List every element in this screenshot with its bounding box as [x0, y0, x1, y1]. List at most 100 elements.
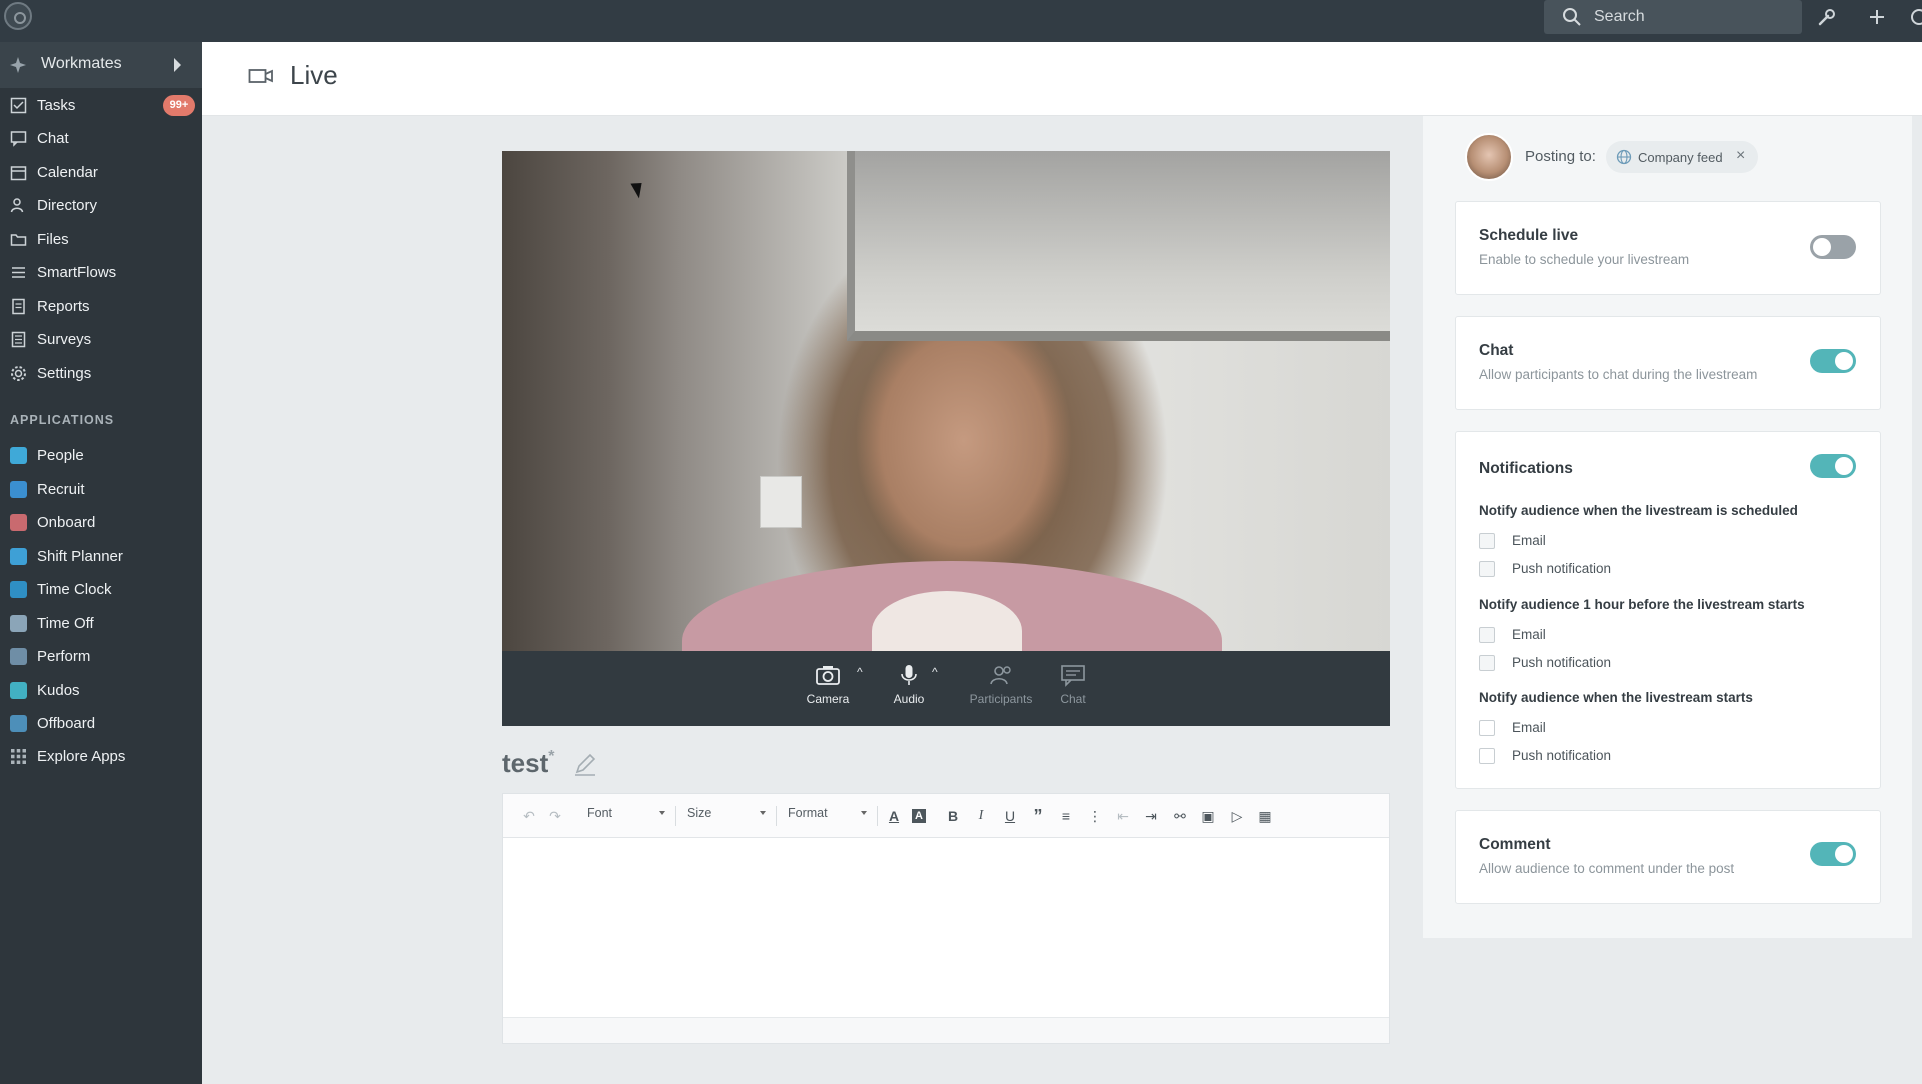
audio-options-caret-icon[interactable]: ^	[932, 665, 942, 679]
table-icon[interactable]: ▦	[1255, 806, 1275, 826]
pencil-icon[interactable]	[572, 752, 598, 778]
checkbox[interactable]	[1479, 533, 1495, 549]
page-header: Live	[202, 42, 1922, 116]
image-icon[interactable]: ▣	[1198, 806, 1218, 826]
undo-icon[interactable]: ↶	[519, 806, 539, 826]
recruit-app-icon	[10, 481, 27, 498]
sidebar-app-onboard[interactable]: Onboard	[0, 509, 202, 537]
video-background-frame	[847, 151, 1390, 341]
indent-icon[interactable]: ⇥	[1141, 806, 1161, 826]
required-mark: *	[548, 748, 555, 765]
sidebar-app-time-clock[interactable]: Time Clock	[0, 576, 202, 604]
unordered-list-icon[interactable]: ⋮	[1085, 806, 1105, 826]
format-select[interactable]: Format	[788, 806, 828, 820]
sidebar-app-kudos[interactable]: Kudos	[0, 677, 202, 705]
sidebar-item-label: Perform	[37, 648, 91, 665]
tasks-count-badge: 99+	[163, 95, 195, 116]
sidebar-item-surveys[interactable]: Surveys	[0, 326, 202, 354]
toggle-knob	[1835, 457, 1853, 475]
sidebar-item-smartflows[interactable]: SmartFlows	[0, 259, 202, 287]
video-embed-icon[interactable]: ▷	[1227, 806, 1247, 826]
link-icon[interactable]: ⚯	[1170, 806, 1190, 826]
checkbox[interactable]	[1479, 720, 1495, 736]
target-chip[interactable]: Company feed ×	[1606, 141, 1758, 173]
sidebar-item-calendar[interactable]: Calendar	[0, 159, 202, 187]
checkbox[interactable]	[1479, 627, 1495, 643]
camera-options-caret-icon[interactable]: ^	[857, 665, 867, 679]
chat-icon	[10, 131, 27, 147]
checkbox[interactable]	[1479, 748, 1495, 764]
workspace-switcher[interactable]: Workmates	[0, 42, 202, 88]
sidebar-item-directory[interactable]: Directory	[0, 192, 202, 220]
video-camera-icon	[248, 69, 273, 83]
font-select[interactable]: Font	[587, 806, 612, 820]
remove-target-icon[interactable]: ×	[1736, 147, 1745, 165]
sidebar-explore-apps[interactable]: Explore Apps	[0, 743, 202, 771]
size-select[interactable]: Size	[687, 806, 711, 820]
schedule-live-toggle[interactable]	[1810, 235, 1856, 259]
checkbox[interactable]	[1479, 561, 1495, 577]
rich-text-editor: ↶ ↷ Font Size Format A A B I U ” ≡ ⋮ ⇤ ⇥…	[502, 793, 1390, 1044]
checkbox[interactable]	[1479, 655, 1495, 671]
time-off-app-icon	[10, 615, 27, 632]
comment-toggle[interactable]	[1810, 842, 1856, 866]
sidebar-app-perform[interactable]: Perform	[0, 643, 202, 671]
sidebar-item-tasks[interactable]: Tasks 99+	[0, 92, 202, 120]
bold-icon[interactable]: B	[943, 806, 963, 826]
sidebar-item-files[interactable]: Files	[0, 226, 202, 254]
text-color-icon[interactable]: A	[884, 806, 904, 826]
plus-icon[interactable]	[1866, 6, 1888, 28]
sidebar-item-label: Onboard	[37, 514, 96, 531]
search-placeholder: Search	[1594, 8, 1645, 25]
audio-label: Audio	[893, 692, 925, 706]
sidebar-item-settings[interactable]: Settings	[0, 360, 202, 388]
sidebar-app-recruit[interactable]: Recruit	[0, 476, 202, 504]
calendar-icon	[10, 166, 27, 181]
sidebar-item-reports[interactable]: Reports	[0, 293, 202, 321]
editor-resize-bar[interactable]	[503, 1017, 1389, 1043]
format-caret-icon	[861, 811, 867, 815]
sidebar-item-label: Reports	[37, 298, 90, 315]
camera-label: Camera	[806, 692, 850, 706]
chat-button[interactable]: Chat	[1038, 663, 1108, 706]
redo-icon[interactable]: ↷	[545, 806, 565, 826]
sidebar-app-offboard[interactable]: Offboard	[0, 710, 202, 738]
app-logo-icon[interactable]	[4, 2, 32, 30]
search-box[interactable]: Search	[1544, 0, 1802, 34]
checkbox-icon	[10, 97, 27, 114]
quote-icon[interactable]: ”	[1028, 806, 1048, 826]
people-app-icon	[10, 447, 27, 464]
toolbar-divider	[675, 806, 676, 826]
toggle-knob	[1835, 352, 1853, 370]
sidebar-app-people[interactable]: People	[0, 442, 202, 470]
notifications-toggle[interactable]	[1810, 454, 1856, 478]
toggle-knob	[1813, 238, 1831, 256]
participants-button[interactable]: Participants	[966, 663, 1036, 706]
italic-icon[interactable]: I	[971, 806, 991, 826]
wrench-icon[interactable]	[1816, 6, 1838, 28]
report-icon	[12, 298, 25, 315]
underline-icon[interactable]: U	[1000, 806, 1020, 826]
ordered-list-icon[interactable]: ≡	[1056, 806, 1076, 826]
sidebar: Workmates Tasks 99+ Chat Calendar Direct…	[0, 42, 202, 1084]
avatar	[1465, 133, 1513, 181]
sidebar-item-label: People	[37, 447, 84, 464]
sidebar-app-time-off[interactable]: Time Off	[0, 610, 202, 638]
sidebar-app-shift-planner[interactable]: Shift Planner	[0, 543, 202, 571]
shift-planner-app-icon	[10, 548, 27, 565]
chat-bubble-icon	[1061, 665, 1085, 687]
camera-button[interactable]: Camera	[793, 663, 863, 706]
highlight-color-icon[interactable]: A	[912, 809, 926, 823]
toggle-knob	[1835, 845, 1853, 863]
user-menu-icon[interactable]	[1908, 6, 1922, 28]
size-caret-icon	[760, 811, 766, 815]
sidebar-item-chat[interactable]: Chat	[0, 125, 202, 153]
outdent-icon[interactable]: ⇤	[1113, 806, 1133, 826]
post-title[interactable]: test*	[502, 748, 554, 779]
sidebar-item-label: Explore Apps	[37, 748, 126, 765]
checkbox-label: Email	[1512, 533, 1546, 548]
chat-description: Allow participants to chat during the li…	[1479, 367, 1758, 382]
microphone-icon	[901, 665, 917, 685]
chat-toggle[interactable]	[1810, 349, 1856, 373]
comment-description: Allow audience to comment under the post	[1479, 861, 1735, 876]
